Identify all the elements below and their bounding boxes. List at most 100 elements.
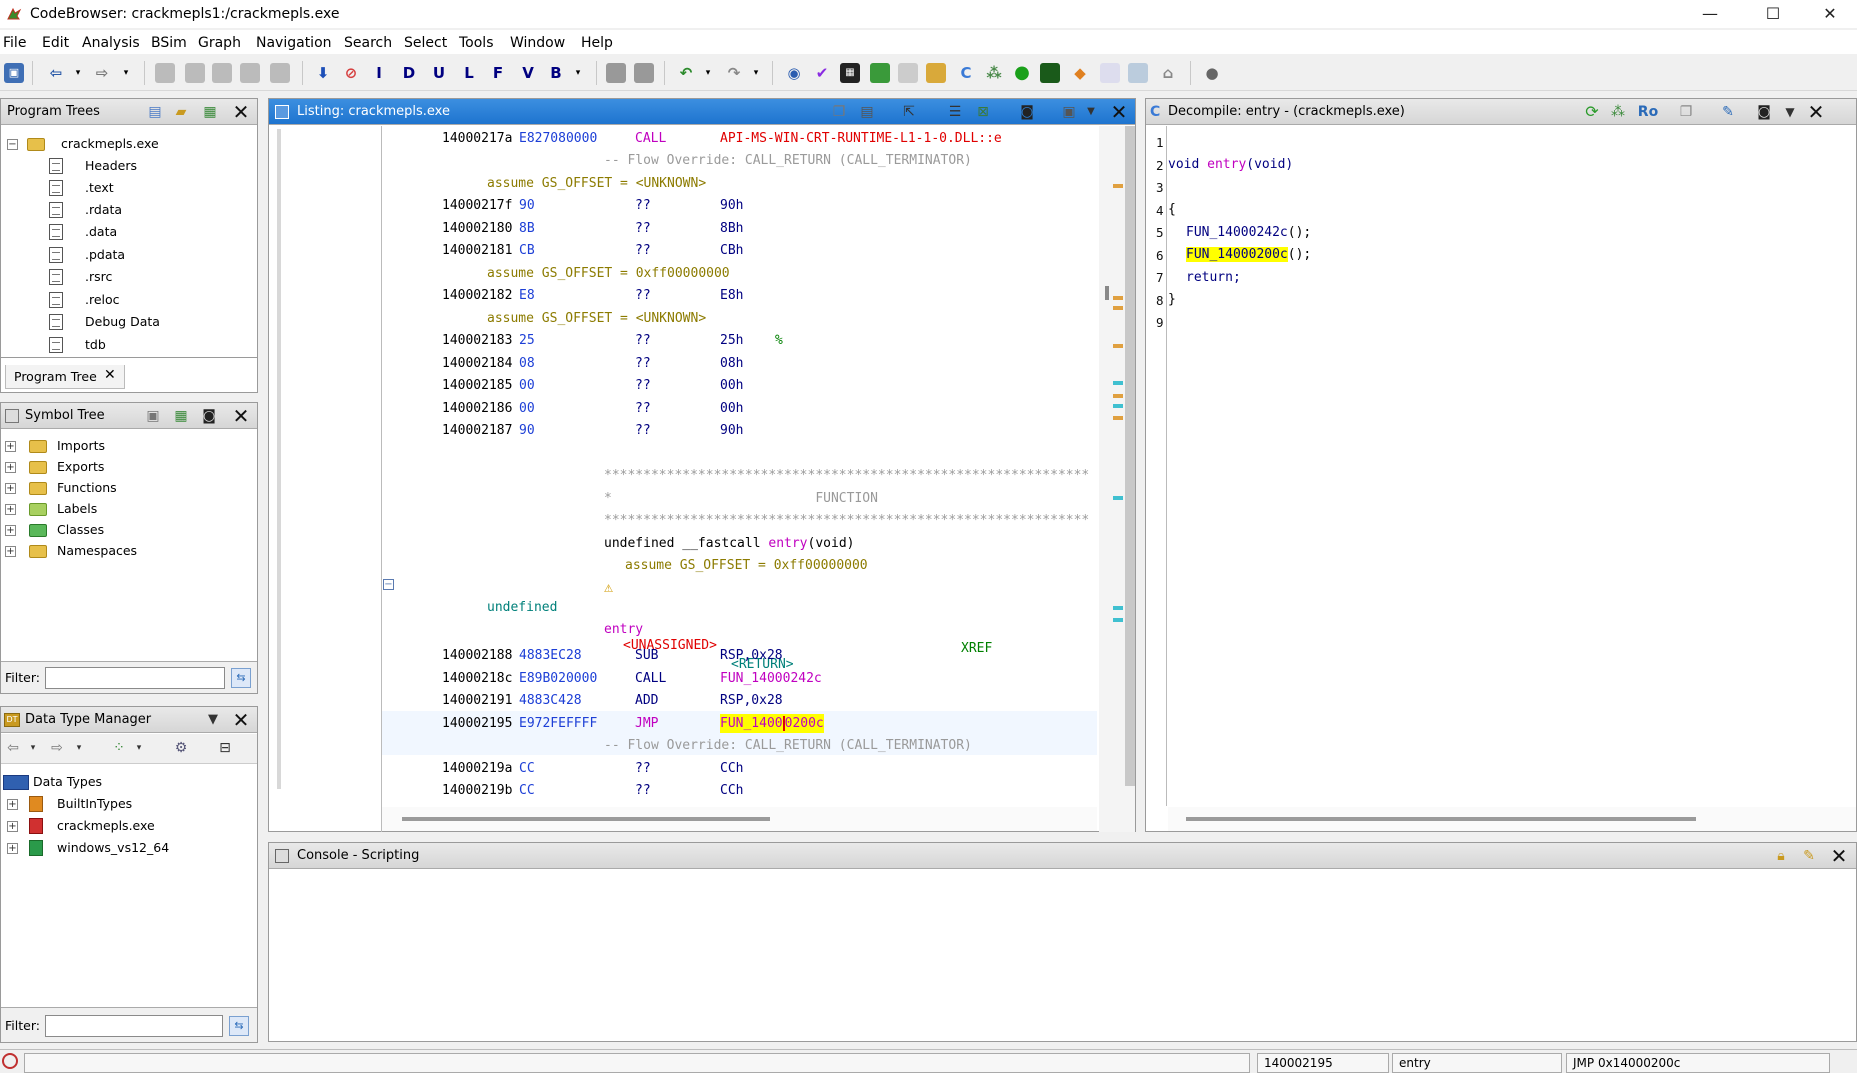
bytes-icon[interactable]: ▦ [840,63,860,83]
back-arrow-icon[interactable]: ⇦ [46,63,66,83]
next-bookmark-icon[interactable]: B [546,63,566,83]
listing-row[interactable]: 14000217f 90?? 90h [382,196,1097,215]
options-icon[interactable]: ▣ [1059,102,1079,122]
listing-row[interactable]: 140002184 08?? 08h [382,354,1097,373]
next-instruction-icon[interactable]: I [369,63,389,83]
tree-structure-icon[interactable]: ⁘ [109,738,129,758]
paste-icon[interactable]: ▤ [857,102,877,122]
symbol-item-namespaces[interactable]: + Namespaces [5,542,245,561]
down-arrow-icon[interactable]: ⬇ [313,63,333,83]
close-icon[interactable]: ✕ [1829,846,1849,866]
cursor-select-icon[interactable]: ⇱ [899,102,919,122]
navigate-doc-icon[interactable] [212,63,232,83]
folder-icon[interactable] [926,63,946,83]
menu-bsim[interactable]: BSim [151,35,187,51]
operand[interactable]: FUN_14000242c [720,669,822,688]
listing-row[interactable]: 14000217a E827080000 CALL API-MS-WIN-CRT-RU… [382,129,1097,148]
menu-analysis[interactable]: Analysis [82,35,140,51]
menu-dropdown-icon[interactable]: ▼ [1780,102,1800,122]
function-label[interactable]: entry [604,620,643,639]
menu-search[interactable]: Search [344,35,392,51]
dtm-root[interactable]: Data Types [3,773,243,792]
signature-name[interactable]: entry [768,536,807,551]
listing-row[interactable]: 140002191 4883C428 ADD RSP,0x28 [382,691,1097,710]
graph-icon[interactable]: ⁂ [1608,102,1628,122]
code-call-line[interactable]: FUN_14000242c(); [1186,223,1311,242]
menu-tools[interactable]: Tools [459,35,494,51]
close-icon[interactable]: ✕ [1109,102,1129,122]
undo-icon[interactable]: ↶ [676,63,696,83]
navigate-doc-icon[interactable] [185,63,205,83]
symbol-item-labels[interactable]: + Labels [5,500,245,519]
network-icon[interactable]: ⌂ [1158,63,1178,83]
snapshot-icon[interactable]: ◙ [1754,102,1774,122]
next-undefined-icon[interactable]: U [429,63,449,83]
table-icon[interactable] [1100,63,1120,83]
tree-item-rsrc[interactable]: .rsrc [49,268,249,287]
listing-row[interactable]: 140002183 25?? 25h% [382,331,1097,350]
stop-icon[interactable]: ⊘ [341,63,361,83]
listing-body[interactable]: 14000217a E827080000 CALL API-MS-WIN-CRT-RU… [382,126,1097,806]
listing-row[interactable]: 140002182 E8?? E8h [382,286,1097,305]
merge-icon[interactable] [606,63,626,83]
symbol-action-icon[interactable]: ▦ [171,406,191,426]
menu-file[interactable]: File [3,35,26,51]
dropdown-arrow-icon[interactable]: ▾ [116,63,136,83]
expand-icon[interactable]: + [7,821,18,832]
overview-scroll-thumb[interactable] [1125,126,1135,786]
edit-icon[interactable]: ✎ [1718,102,1738,122]
next-value-icon[interactable]: V [518,63,538,83]
dropdown-arrow-icon[interactable]: ▾ [698,63,718,83]
label-row[interactable]: entry XREF [382,601,1097,656]
script-icon[interactable] [870,63,890,83]
expand-icon[interactable]: + [7,799,18,810]
menu-graph[interactable]: Graph [198,35,241,51]
check-icon[interactable]: ✔ [812,63,832,83]
chat-icon[interactable]: ● [1202,63,1222,83]
create-namespace-icon[interactable]: ▣ [143,406,163,426]
collapse-icon[interactable]: − [7,139,18,150]
code-signature[interactable]: void entry(void) [1168,155,1293,174]
window-icon[interactable] [1128,63,1148,83]
close-tab-icon[interactable]: ✕ [104,367,116,383]
listing-row[interactable]: 14000219b CC?? CCh [382,781,1097,800]
diff-icon[interactable]: ⊠ [973,102,993,122]
navigate-doc-icon[interactable] [270,63,290,83]
tree-item-pdata[interactable]: .pdata [49,246,249,265]
save-icon[interactable]: ▣ [4,63,24,83]
tree-item-text[interactable]: .text [49,179,249,198]
clear-console-icon[interactable]: ✎ [1799,846,1819,866]
new-tree-icon[interactable]: ▤ [145,102,165,122]
listing-row[interactable]: 140002187 90?? 90h [382,421,1097,440]
symbol-filter-input[interactable] [45,667,225,689]
navigate-doc-icon[interactable] [240,63,260,83]
forward-arrow-icon[interactable]: ⇨ [47,738,67,758]
operand-highlighted[interactable]: FUN_1400 0200c [720,714,824,733]
refresh-icon[interactable]: ⚙ [171,738,191,758]
refresh-icon[interactable]: ⟳ [1582,102,1602,122]
code-call-name-highlighted[interactable]: FUN_14000200c [1186,247,1288,262]
read-only-toggle[interactable]: Ro [1636,102,1660,122]
tree-action-icon[interactable]: ▦ [200,102,220,122]
maximize-button[interactable]: ☐ [1750,0,1796,28]
close-icon[interactable]: ✕ [1806,102,1826,122]
run-icon[interactable]: ● [1012,63,1032,83]
close-window-button[interactable]: ✕ [1807,0,1853,28]
expand-icon[interactable]: + [5,441,16,452]
field-layout-icon[interactable]: ☰ [945,102,965,122]
dtm-item-builtintypes[interactable]: + BuiltInTypes [5,795,245,814]
close-icon[interactable]: ✕ [231,102,251,122]
menu-select[interactable]: Select [404,35,447,51]
expand-icon[interactable]: + [5,462,16,473]
forward-arrow-icon[interactable]: ⇨ [92,63,112,83]
close-icon[interactable]: ✕ [231,710,251,730]
globe-icon[interactable]: ◉ [784,63,804,83]
redo-icon[interactable]: ↷ [724,63,744,83]
expand-icon[interactable]: + [7,843,18,854]
menu-edit[interactable]: Edit [42,35,69,51]
open-folder-icon[interactable]: ▰ [171,102,191,122]
tree-item-debug-data[interactable]: Debug Data [49,313,249,332]
function-signature[interactable]: undefined __fastcall entry(void) [604,534,854,553]
dropdown-arrow-icon[interactable]: ▾ [568,63,588,83]
filter-options-icon[interactable]: ⇆ [229,1016,249,1036]
